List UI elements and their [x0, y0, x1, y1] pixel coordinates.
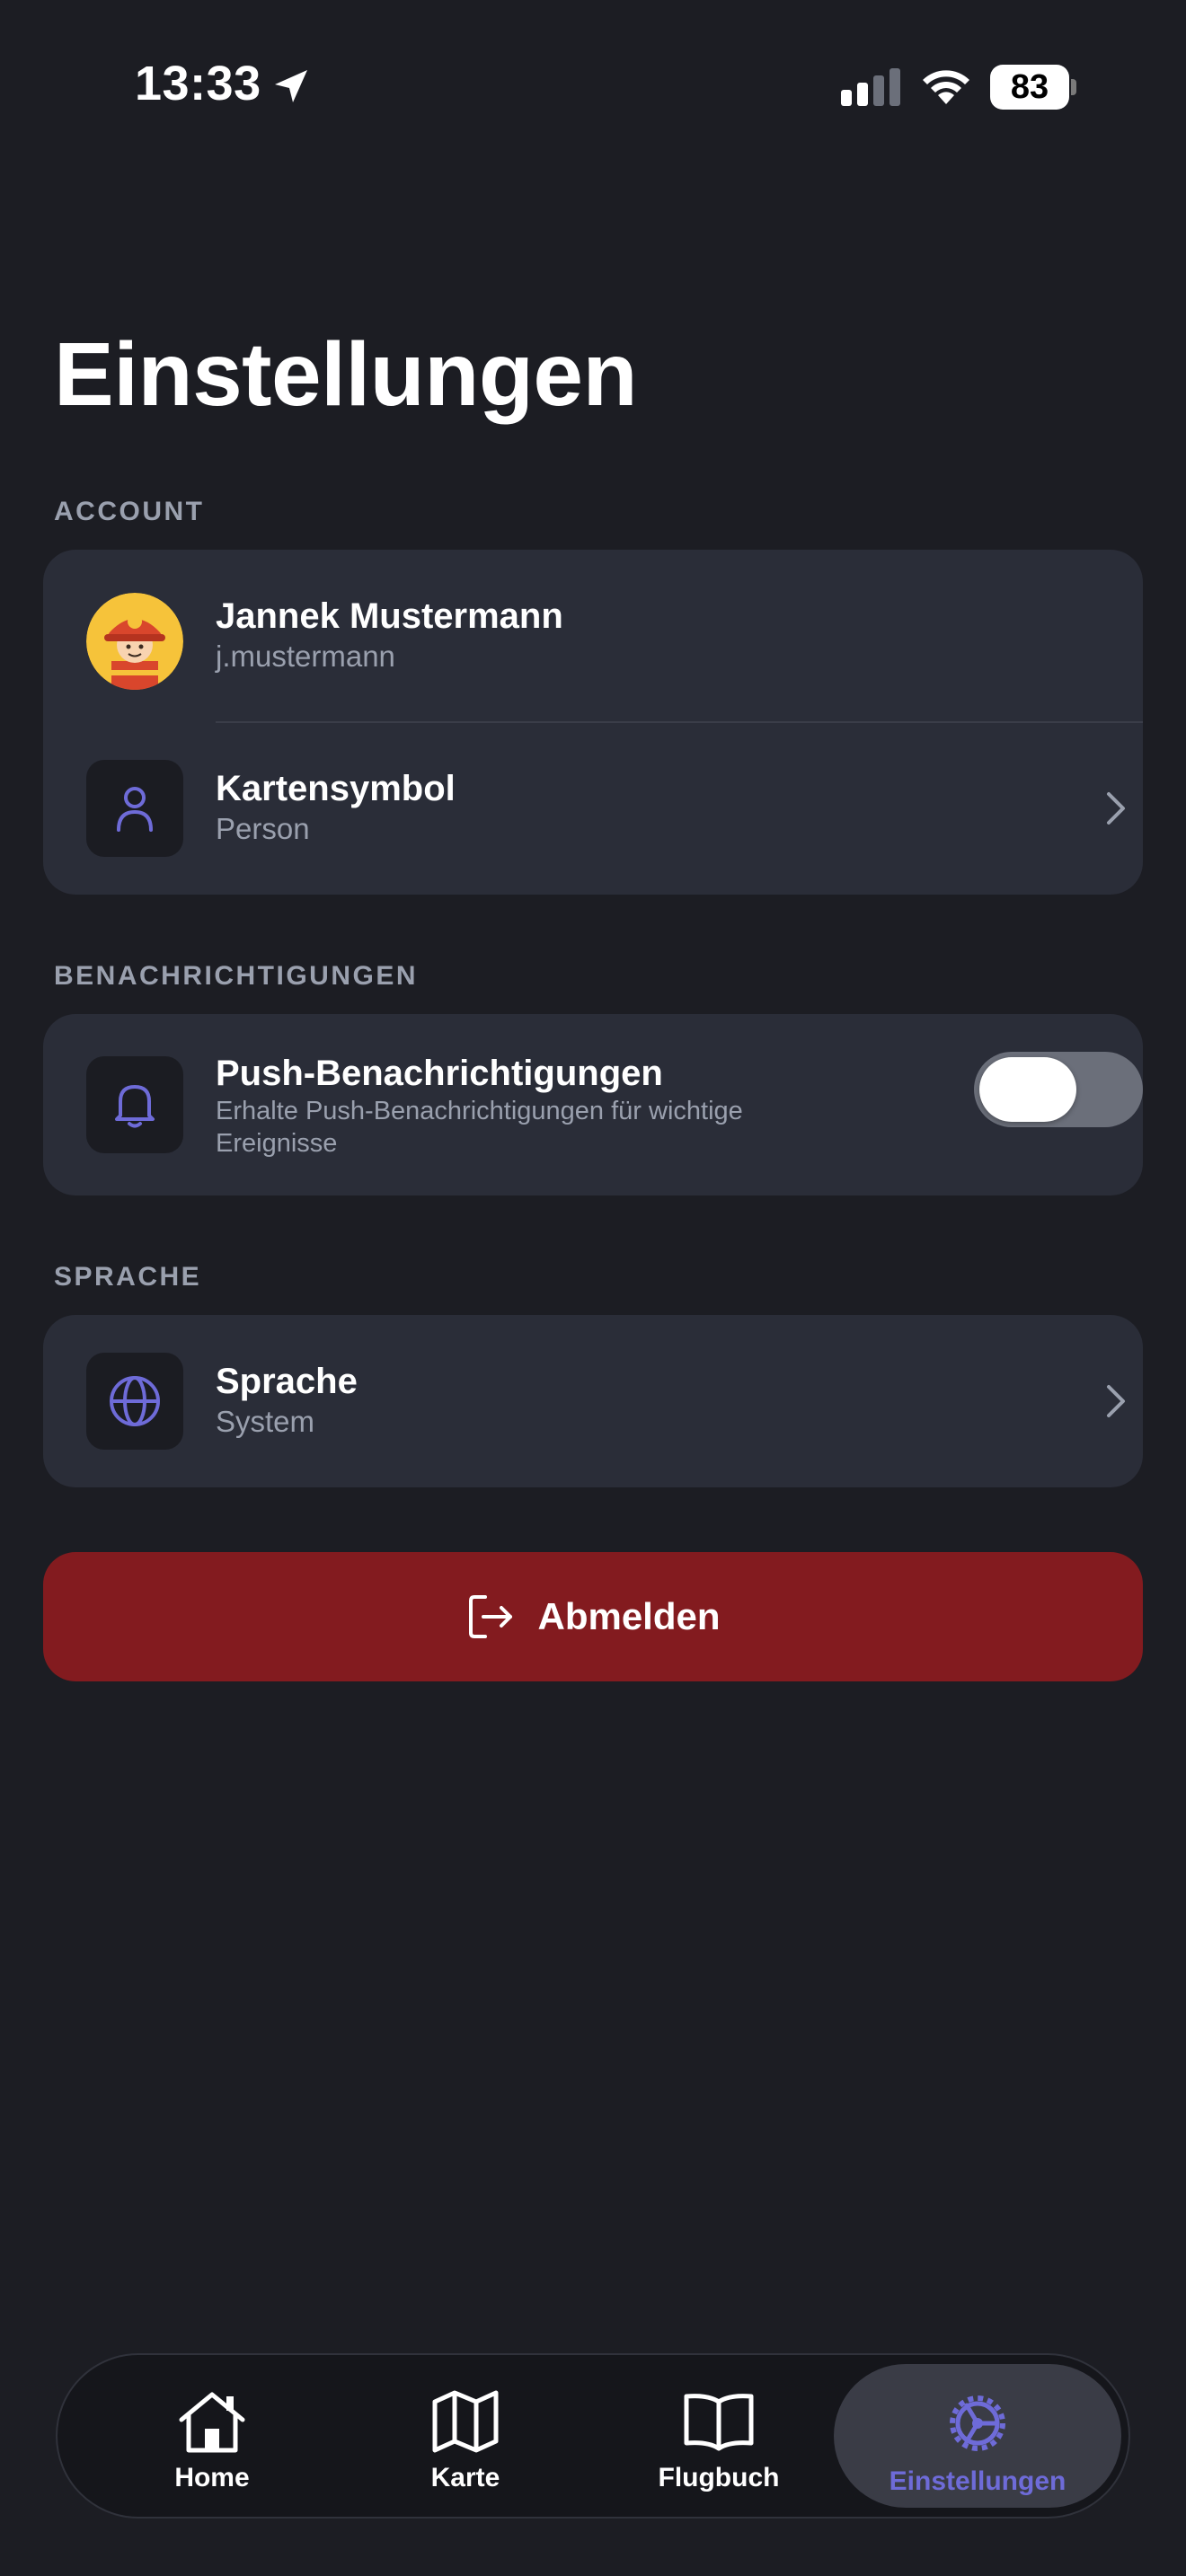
push-description-line1: Erhalte Push-Benachrichtigungen für wich…: [216, 1097, 743, 1125]
logout-button[interactable]: Abmelden: [43, 1552, 1143, 1681]
map-symbol-title: Kartensymbol: [216, 769, 456, 808]
tab-home[interactable]: Home: [77, 2364, 347, 2508]
tab-map-label: Karte: [430, 2463, 500, 2492]
globe-icon: [110, 1376, 160, 1426]
logout-icon: [469, 1595, 513, 1638]
language-title: Sprache: [216, 1362, 358, 1401]
push-description-line2: Ereignisse: [216, 1129, 338, 1158]
tab-settings-label: Einstellungen: [889, 2466, 1067, 2496]
account-card: Jannek Mustermann j.mustermann Kartensym…: [43, 550, 1143, 895]
wifi-icon: [923, 70, 969, 104]
push-notifications-toggle[interactable]: [974, 1052, 1143, 1127]
globe-icon-box: [86, 1353, 183, 1450]
tab-logbook[interactable]: Flugbuch: [584, 2364, 854, 2508]
bell-icon-box: [86, 1056, 183, 1153]
push-notifications-row: Push-Benachrichtigungen Erhalte Push-Ben…: [43, 1014, 1143, 1195]
tab-settings[interactable]: Einstellungen: [834, 2364, 1121, 2508]
tab-logbook-label: Flugbuch: [658, 2463, 780, 2492]
battery-level: 83: [1010, 67, 1049, 106]
bell-icon: [115, 1085, 155, 1128]
user-username: j.mustermann: [216, 640, 395, 673]
house-icon: [179, 2392, 245, 2453]
person-icon: [117, 787, 153, 832]
push-title: Push-Benachrichtigungen: [216, 1054, 663, 1093]
logout-label: Abmelden: [537, 1595, 721, 1637]
tab-bar: Home Karte Flugbuch Einstellungen: [56, 2353, 1130, 2519]
section-label-account: ACCOUNT: [54, 497, 205, 526]
toggle-knob: [979, 1057, 1076, 1122]
page-title: Einstellungen: [54, 324, 638, 425]
avatar: [86, 593, 183, 690]
map-icon: [432, 2390, 499, 2453]
language-value: System: [216, 1405, 315, 1438]
section-label-language: SPRACHE: [54, 1262, 202, 1292]
firefighter-avatar-icon: [86, 593, 183, 690]
battery-indicator: 83: [990, 65, 1076, 110]
status-time: 13:33: [135, 57, 261, 110]
chevron-right-icon: [1107, 792, 1125, 825]
account-user-row[interactable]: Jannek Mustermann j.mustermann: [43, 550, 1143, 722]
language-card: Sprache System: [43, 1315, 1143, 1487]
user-name: Jannek Mustermann: [216, 596, 563, 636]
notifications-card: Push-Benachrichtigungen Erhalte Push-Ben…: [43, 1014, 1143, 1195]
map-symbol-row[interactable]: Kartensymbol Person: [43, 722, 1143, 895]
map-symbol-value: Person: [216, 812, 310, 845]
cellular-signal-icon: [841, 68, 900, 106]
tab-map[interactable]: Karte: [331, 2364, 600, 2508]
section-label-notifications: BENACHRICHTIGUNGEN: [54, 961, 418, 991]
tab-home-label: Home: [174, 2463, 250, 2492]
gear-icon: [950, 2395, 1005, 2451]
location-arrow-icon: [275, 70, 307, 102]
chevron-right-icon: [1107, 1385, 1125, 1417]
status-bar: 13:33 83: [0, 0, 1186, 171]
map-symbol-icon-box: [86, 760, 183, 857]
book-icon: [684, 2394, 754, 2451]
language-row[interactable]: Sprache System: [43, 1315, 1143, 1487]
